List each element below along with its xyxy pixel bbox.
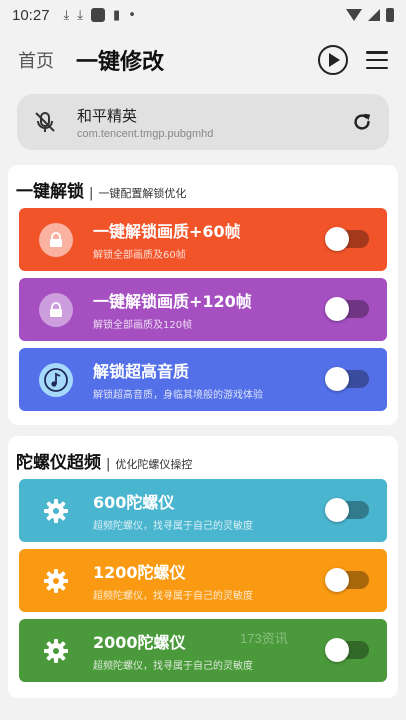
gear-badge [39, 634, 73, 668]
gyroscope-section: 陀螺仪超频 | 优化陀螺仪操控 600陀螺仪 超频陀螺仪，找寻属于自己的灵敏度 … [8, 436, 398, 698]
option-card[interactable]: 解锁超高音质 解锁超高音质，身临其境般的游戏体验 [19, 348, 387, 411]
section-subtitle: 优化陀螺仪操控 [115, 458, 193, 471]
menu-icon [366, 51, 388, 54]
play-icon [329, 53, 340, 67]
refresh-icon[interactable] [351, 111, 373, 133]
option-title: 600陀螺仪 [93, 493, 175, 512]
toggle-knob [325, 638, 349, 662]
option-card[interactable]: 一键解锁画质+60帧 解锁全部画质及60帧 [19, 208, 387, 271]
toggle-knob [325, 498, 349, 522]
toggle-knob [325, 227, 349, 251]
gear-badge [39, 494, 73, 528]
lock-icon [50, 301, 62, 317]
option-description: 解锁全部画质及60帧 [93, 250, 186, 261]
section-title: 一键解锁 [16, 182, 84, 202]
option-title: 1200陀螺仪 [93, 563, 186, 582]
toggle-switch[interactable] [325, 638, 369, 662]
toggle-switch[interactable] [325, 367, 369, 391]
toggle-switch[interactable] [325, 568, 369, 592]
section-header: 一键解锁 | 一键配置解锁优化 [16, 177, 186, 202]
option-description: 超频陀螺仪，找寻属于自己的灵敏度 [93, 591, 253, 602]
gear-icon [44, 498, 68, 523]
top-bar: 首页 一键修改 [0, 38, 406, 82]
selected-app-card[interactable]: 和平精英 com.tencent.tmgp.pubgmhd [17, 94, 389, 150]
option-description: 解锁超高音质，身临其境般的游戏体验 [93, 390, 263, 401]
status-bar: 10:27 ⤓ ⤓ ▮ • [0, 0, 406, 30]
toggle-knob [325, 297, 349, 321]
option-title: 一键解锁画质+60帧 [93, 222, 241, 241]
option-card[interactable]: 600陀螺仪 超频陀螺仪，找寻属于自己的灵敏度 [19, 479, 387, 542]
option-description: 超频陀螺仪，找寻属于自己的灵敏度 [93, 661, 253, 672]
option-description: 解锁全部画质及120帧 [93, 320, 193, 331]
option-card[interactable]: 2000陀螺仪 超频陀螺仪，找寻属于自己的灵敏度 [19, 619, 387, 682]
option-card[interactable]: 一键解锁画质+120帧 解锁全部画质及120帧 [19, 278, 387, 341]
app-package: com.tencent.tmgp.pubgmhd [77, 127, 214, 140]
option-title: 解锁超高音质 [93, 362, 190, 381]
toggle-switch[interactable] [325, 498, 369, 522]
dot-icon: • [128, 7, 136, 23]
toggle-knob [325, 367, 349, 391]
unlock-section: 一键解锁 | 一键配置解锁优化 一键解锁画质+60帧 解锁全部画质及60帧 一键… [8, 165, 398, 425]
toggle-knob [325, 568, 349, 592]
wifi-icon [346, 9, 362, 21]
section-title: 陀螺仪超频 [16, 453, 101, 473]
gear-badge [39, 564, 73, 598]
gear-icon [44, 568, 68, 593]
lock-badge [39, 222, 73, 257]
option-title: 2000陀螺仪 [93, 633, 186, 652]
watermark: 173资讯 [240, 631, 288, 646]
lock-icon [50, 231, 62, 247]
music-note-icon [44, 367, 68, 392]
app-notification-icon [91, 8, 106, 22]
section-header: 陀螺仪超频 | 优化陀螺仪操控 [16, 448, 192, 473]
section-separator: | [106, 457, 111, 472]
app-name: 和平精英 [77, 106, 138, 125]
mic-off-icon [35, 112, 55, 132]
gear-icon [44, 638, 68, 663]
option-description: 超频陀螺仪，找寻属于自己的灵敏度 [93, 521, 253, 532]
home-link[interactable]: 首页 [18, 47, 54, 73]
notification-icon: ▮ [113, 7, 121, 23]
page-title: 一键修改 [76, 50, 165, 75]
option-title: 一键解锁画质+120帧 [93, 292, 252, 311]
toggle-switch[interactable] [325, 297, 369, 321]
toggle-switch[interactable] [325, 227, 369, 251]
section-subtitle: 一键配置解锁优化 [98, 187, 187, 200]
status-time: 10:27 [12, 6, 50, 24]
option-card[interactable]: 1200陀螺仪 超频陀螺仪，找寻属于自己的灵敏度 [19, 549, 387, 612]
download-icon: ⤓ [63, 7, 70, 23]
download-icon: ⤓ [77, 7, 84, 23]
battery-icon [386, 8, 394, 22]
play-button[interactable] [318, 45, 348, 75]
music-badge [39, 362, 73, 397]
lock-badge [39, 292, 73, 327]
signal-icon [368, 9, 380, 21]
menu-button[interactable] [366, 49, 388, 71]
section-separator: | [89, 186, 94, 201]
